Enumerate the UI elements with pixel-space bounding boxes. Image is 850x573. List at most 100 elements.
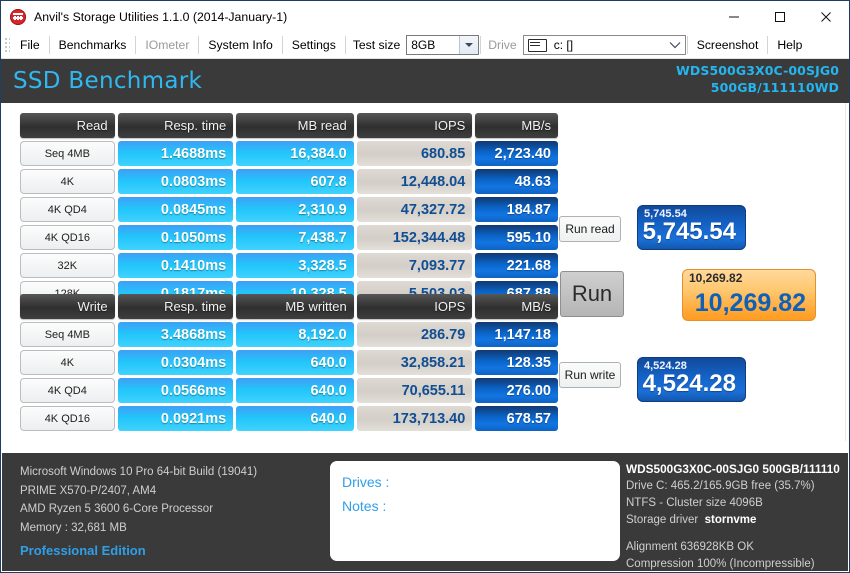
cell-mbs: 276.00	[475, 378, 558, 403]
maximize-icon[interactable]	[757, 1, 803, 32]
chevron-down-icon[interactable]	[459, 36, 479, 54]
read-score-tile: 5,745.54 5,745.54	[637, 205, 746, 250]
drive-capacity-text: 500GB/111110WD	[710, 80, 839, 95]
read-col-header-label: Read	[20, 113, 115, 138]
minimize-icon[interactable]	[711, 1, 757, 32]
panel-edge	[845, 103, 846, 441]
chevron-down-icon[interactable]	[665, 36, 685, 54]
table-row: 4K 0.0803ms 607.8 12,448.04 48.63	[20, 169, 558, 194]
filesystem-line: NTFS - Cluster size 4096B	[626, 497, 763, 509]
menu-item-system-info[interactable]: System Info	[200, 35, 280, 56]
test-size-value: 8GB	[411, 38, 436, 52]
cell-iops: 70,655.11	[356, 378, 473, 403]
row-label: 4K	[20, 169, 115, 194]
drive-capacity-line: Drive C: 465.2/165.9GB free (35.7%)	[626, 480, 815, 492]
cell-mbs: 128.35	[475, 350, 558, 375]
alignment-line: Alignment 636928KB OK	[626, 541, 754, 553]
read-score-value: 5,745.54	[642, 218, 736, 245]
write-score-value: 4,524.28	[642, 370, 736, 397]
run-write-button[interactable]: Run write	[559, 362, 621, 388]
menu-divider	[198, 36, 200, 54]
test-size-select[interactable]: 8GB	[406, 35, 480, 55]
total-score-value: 10,269.82	[694, 289, 806, 317]
table-row: 4K QD4 0.0845ms 2,310.9 47,327.72 184.87	[20, 197, 558, 222]
page-title: SSD Benchmark	[13, 68, 203, 94]
cell-resp: 0.0304ms	[117, 350, 234, 375]
cell-resp: 0.1050ms	[117, 225, 234, 250]
total-score-small: 10,269.82	[689, 271, 743, 285]
cell-iops: 173,713.40	[356, 406, 473, 431]
table-row: Seq 4MB 3.4868ms 8,192.0 286.79 1,147.18	[20, 322, 558, 347]
drives-label: Drives :	[342, 474, 390, 490]
run-button[interactable]: Run	[560, 271, 624, 317]
menu-item-screenshot[interactable]: Screenshot	[689, 35, 767, 56]
write-results-table: Write Resp. time MB written IOPS MB/s Se…	[20, 294, 558, 431]
menu-divider	[767, 36, 769, 54]
read-col-header-resp: Resp. time	[117, 113, 234, 138]
write-col-header-label: Write	[20, 294, 115, 319]
cell-iops: 286.79	[356, 322, 473, 347]
storage-driver-line: Storage driver stornvme	[626, 512, 844, 529]
footer-panel: Microsoft Windows 10 Pro 64-bit Build (1…	[2, 453, 848, 571]
row-label: 4K QD4	[20, 197, 115, 222]
toolbar-grip-icon[interactable]	[3, 36, 10, 54]
cell-resp: 0.1410ms	[117, 253, 234, 278]
cell-mbs: 221.68	[475, 253, 558, 278]
cell-mb: 640.0	[236, 378, 354, 403]
table-row: 4K 0.0304ms 640.0 32,858.21 128.35	[20, 350, 558, 375]
menu-item-file[interactable]: File	[12, 35, 48, 56]
drive-model-text: WDS500G3X0C-00SJG0	[675, 63, 839, 78]
cell-mb: 607.8	[236, 169, 354, 194]
menu-divider	[344, 36, 346, 54]
total-score-tile: 10,269.82 10,269.82	[682, 269, 816, 321]
cell-resp: 1.4688ms	[117, 141, 234, 166]
menu-divider	[48, 36, 50, 54]
cell-resp: 0.0803ms	[117, 169, 234, 194]
memory-text: Memory : 32,681 MB	[20, 521, 127, 534]
benchmark-header: SSD Benchmark WDS500G3X0C-00SJG0 500GB/1…	[1, 59, 849, 103]
menu-divider	[135, 36, 137, 54]
cell-mbs: 678.57	[475, 406, 558, 431]
table-row: Seq 4MB 1.4688ms 16,384.0 680.85 2,723.4…	[20, 141, 558, 166]
table-row: 4K QD16 0.1050ms 7,438.7 152,344.48 595.…	[20, 225, 558, 250]
write-col-header-mb: MB written	[236, 294, 354, 319]
cell-resp: 0.0845ms	[117, 197, 234, 222]
menu-divider	[686, 36, 688, 54]
close-icon[interactable]	[803, 1, 849, 32]
title-bar: Anvil's Storage Utilities 1.1.0 (2014-Ja…	[1, 1, 849, 32]
read-col-header-mb: MB read	[236, 113, 354, 138]
cell-iops: 7,093.77	[356, 253, 473, 278]
cell-iops: 47,327.72	[356, 197, 473, 222]
window-controls	[711, 1, 849, 32]
drive-model-line: WDS500G3X0C-00SJG0 500GB/111110	[626, 462, 840, 476]
notes-input[interactable]: Drives : Notes :	[330, 461, 620, 561]
main-content: Read Resp. time MB read IOPS MB/s Seq 4M…	[1, 103, 849, 441]
anvil-icon	[10, 8, 26, 25]
table-row: 32K 0.1410ms 3,328.5 7,093.77 221.68	[20, 253, 558, 278]
row-label: 4K QD4	[20, 378, 115, 403]
drive-value: c: []	[553, 38, 574, 52]
drive-icon	[527, 38, 547, 52]
table-row: 4K QD16 0.0921ms 640.0 173,713.40 678.57	[20, 406, 558, 431]
cell-mbs: 48.63	[475, 169, 558, 194]
row-label: 32K	[20, 253, 115, 278]
edition-text: Professional Edition	[20, 543, 146, 558]
menu-item-benchmarks[interactable]: Benchmarks	[51, 35, 135, 56]
menu-item-settings[interactable]: Settings	[284, 35, 344, 56]
os-text: Microsoft Windows 10 Pro 64-bit Build (1…	[20, 466, 258, 478]
table-header-row: Read Resp. time MB read IOPS MB/s	[20, 113, 558, 138]
cell-mb: 16,384.0	[236, 141, 354, 166]
cell-mbs: 595.10	[475, 225, 558, 250]
cell-mb: 3,328.5	[236, 253, 354, 278]
cell-iops: 32,858.21	[356, 350, 473, 375]
system-info-panel: Microsoft Windows 10 Pro 64-bit Build (1…	[20, 463, 257, 561]
run-read-button[interactable]: Run read	[559, 216, 621, 242]
test-size-label: Test size	[352, 38, 401, 52]
drive-select[interactable]: c: []	[522, 35, 686, 55]
row-label: 4K QD16	[20, 225, 115, 250]
cell-mbs: 2,723.40	[475, 141, 558, 166]
row-label: Seq 4MB	[20, 141, 115, 166]
menu-item-help[interactable]: Help	[769, 35, 810, 56]
write-col-header-resp: Resp. time	[117, 294, 234, 319]
drive-info-panel: WDS500G3X0C-00SJG0 500GB/111110 Drive C:…	[626, 461, 844, 573]
